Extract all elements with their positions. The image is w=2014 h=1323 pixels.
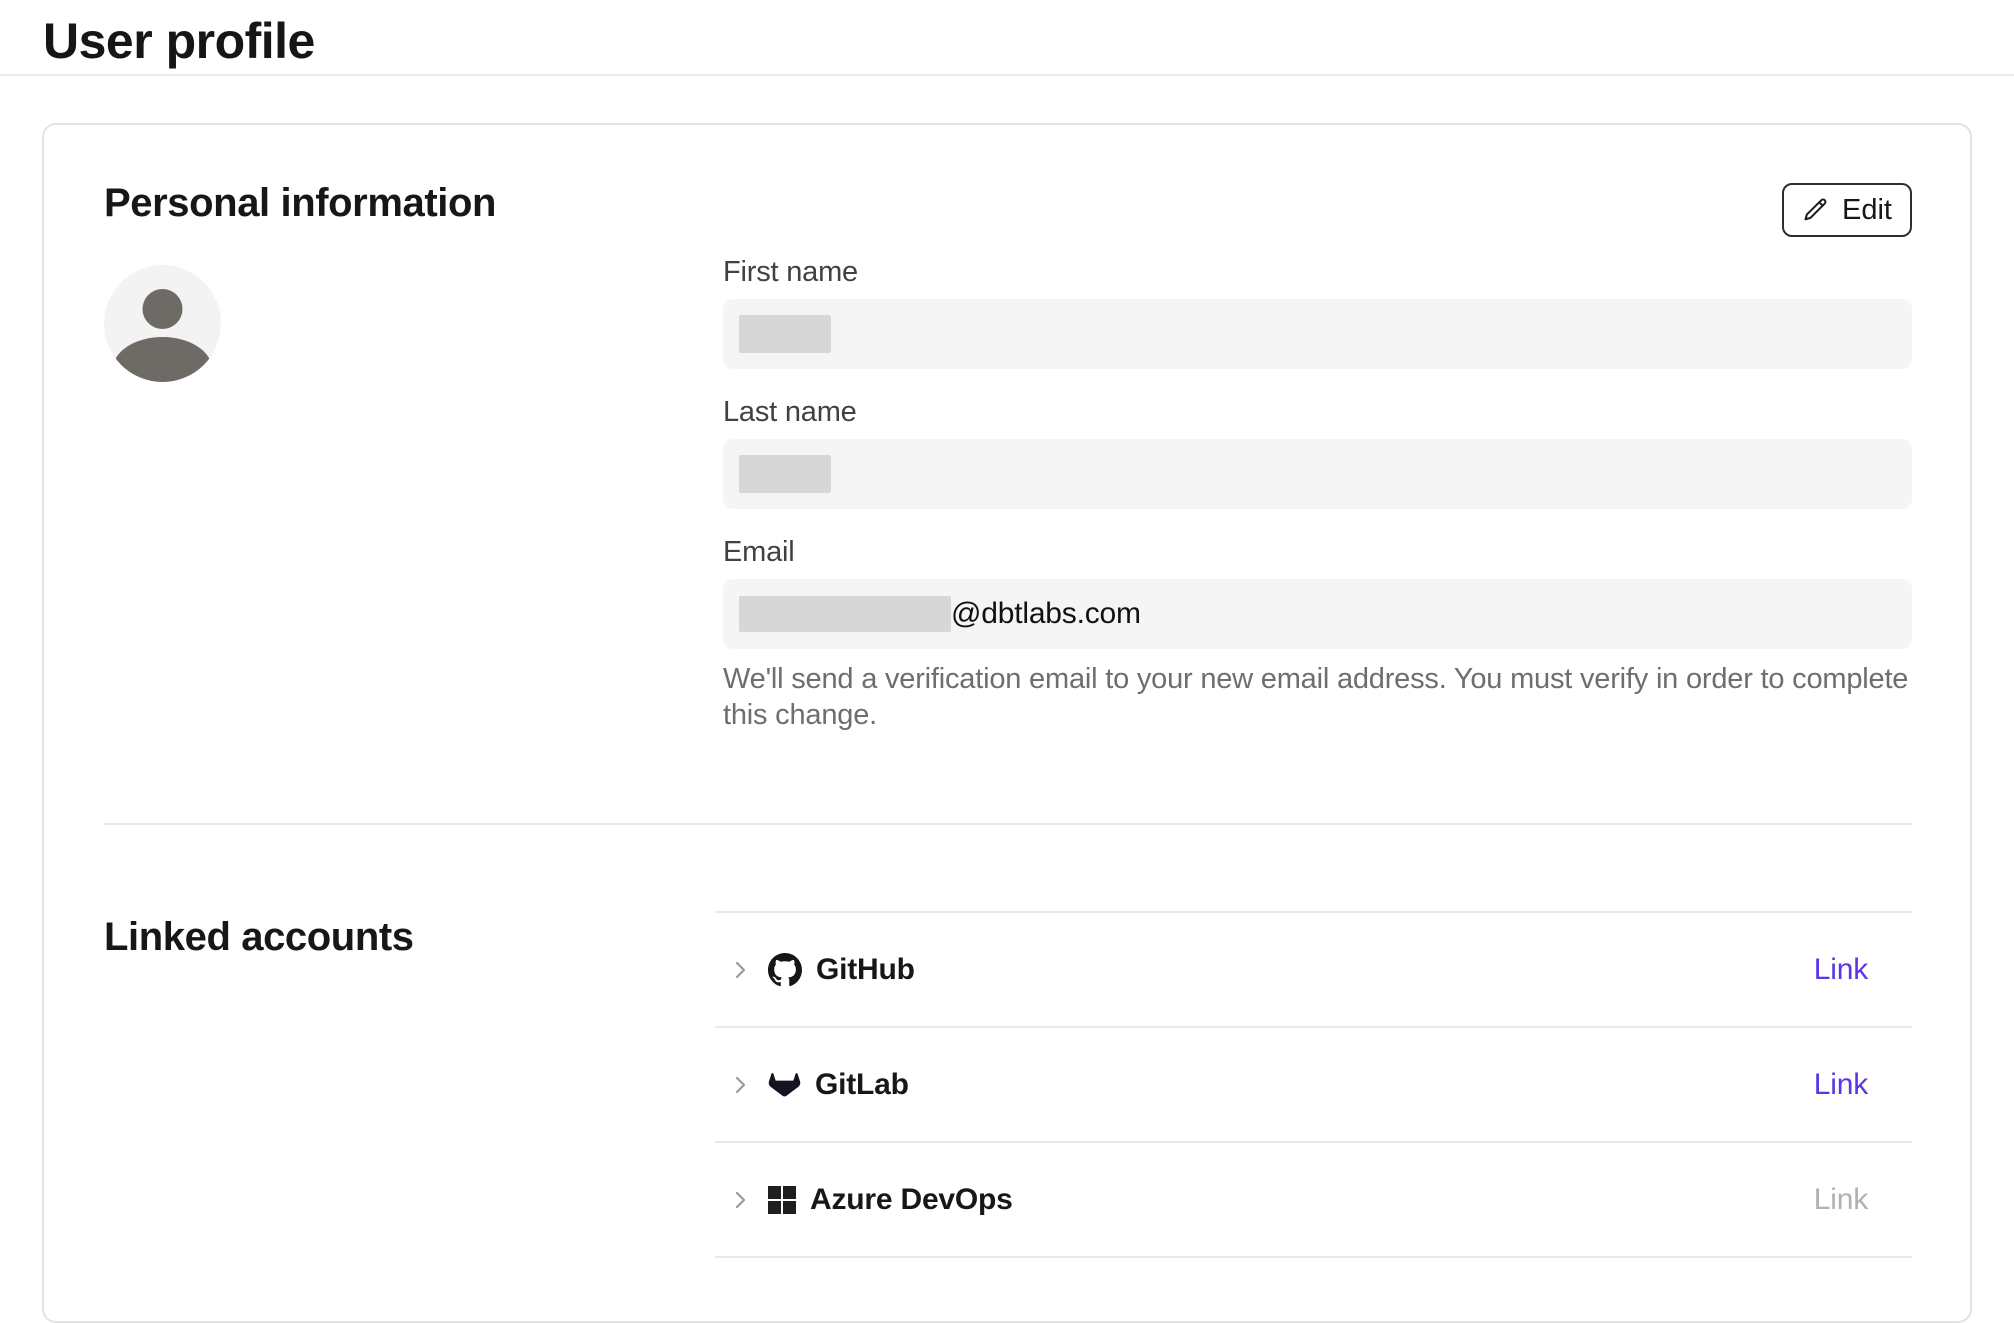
chevron-right-icon[interactable] bbox=[728, 958, 752, 982]
linked-accounts-section: Linked accounts GitHub Link GitLab Link bbox=[104, 911, 1912, 1258]
linked-accounts-list: GitHub Link GitLab Link Azure DevOps Lin… bbox=[715, 911, 1912, 1258]
last-name-label: Last name bbox=[723, 395, 1912, 429]
chevron-right-icon[interactable] bbox=[728, 1188, 752, 1212]
first-name-input[interactable] bbox=[723, 299, 1912, 369]
linked-accounts-heading: Linked accounts bbox=[104, 913, 715, 961]
provider-name: GitLab bbox=[815, 1068, 909, 1102]
redacted-email-local-part bbox=[739, 596, 951, 632]
linked-accounts-heading-column: Linked accounts bbox=[104, 911, 715, 1258]
redacted-first-name-value bbox=[739, 315, 831, 353]
redacted-last-name-value bbox=[739, 455, 831, 493]
personal-information-body: First name Last name Email @dbtlabs. bbox=[104, 255, 1912, 733]
email-label: Email bbox=[723, 535, 1912, 569]
page-header: User profile bbox=[0, 0, 2014, 76]
linked-account-row-azure-devops[interactable]: Azure DevOps Link bbox=[715, 1143, 1912, 1258]
azure-devops-icon bbox=[768, 1186, 796, 1214]
email-helper-text: We'll send a verification email to your … bbox=[723, 661, 1912, 733]
page-title: User profile bbox=[43, 13, 2014, 69]
personal-information-form: First name Last name Email @dbtlabs. bbox=[723, 255, 1912, 733]
edit-button-label: Edit bbox=[1842, 194, 1892, 227]
last-name-field-group: Last name bbox=[723, 395, 1912, 509]
gitlab-link-action[interactable]: Link bbox=[1814, 1068, 1868, 1102]
avatar bbox=[104, 265, 221, 382]
linked-account-row-github[interactable]: GitHub Link bbox=[715, 913, 1912, 1028]
email-input[interactable]: @dbtlabs.com bbox=[723, 579, 1912, 649]
github-icon bbox=[768, 953, 802, 987]
linked-account-row-gitlab[interactable]: GitLab Link bbox=[715, 1028, 1912, 1143]
gitlab-icon bbox=[768, 1069, 801, 1100]
email-domain-text: @dbtlabs.com bbox=[951, 597, 1141, 631]
provider-name: Azure DevOps bbox=[810, 1183, 1013, 1217]
chevron-right-icon[interactable] bbox=[728, 1073, 752, 1097]
personal-information-heading: Personal information bbox=[104, 179, 1912, 227]
edit-button[interactable]: Edit bbox=[1782, 183, 1912, 237]
avatar-column bbox=[104, 255, 723, 733]
first-name-label: First name bbox=[723, 255, 1912, 289]
personal-information-section: Personal information Edit bbox=[104, 179, 1912, 733]
provider-name: GitHub bbox=[816, 953, 915, 987]
azure-devops-link-action: Link bbox=[1814, 1183, 1868, 1217]
first-name-field-group: First name bbox=[723, 255, 1912, 369]
github-link-action[interactable]: Link bbox=[1814, 953, 1868, 987]
pencil-icon bbox=[1802, 196, 1830, 224]
last-name-input[interactable] bbox=[723, 439, 1912, 509]
email-field-group: Email @dbtlabs.com We'll send a verifica… bbox=[723, 535, 1912, 733]
section-divider bbox=[104, 823, 1912, 825]
profile-card: Personal information Edit bbox=[42, 123, 1972, 1323]
